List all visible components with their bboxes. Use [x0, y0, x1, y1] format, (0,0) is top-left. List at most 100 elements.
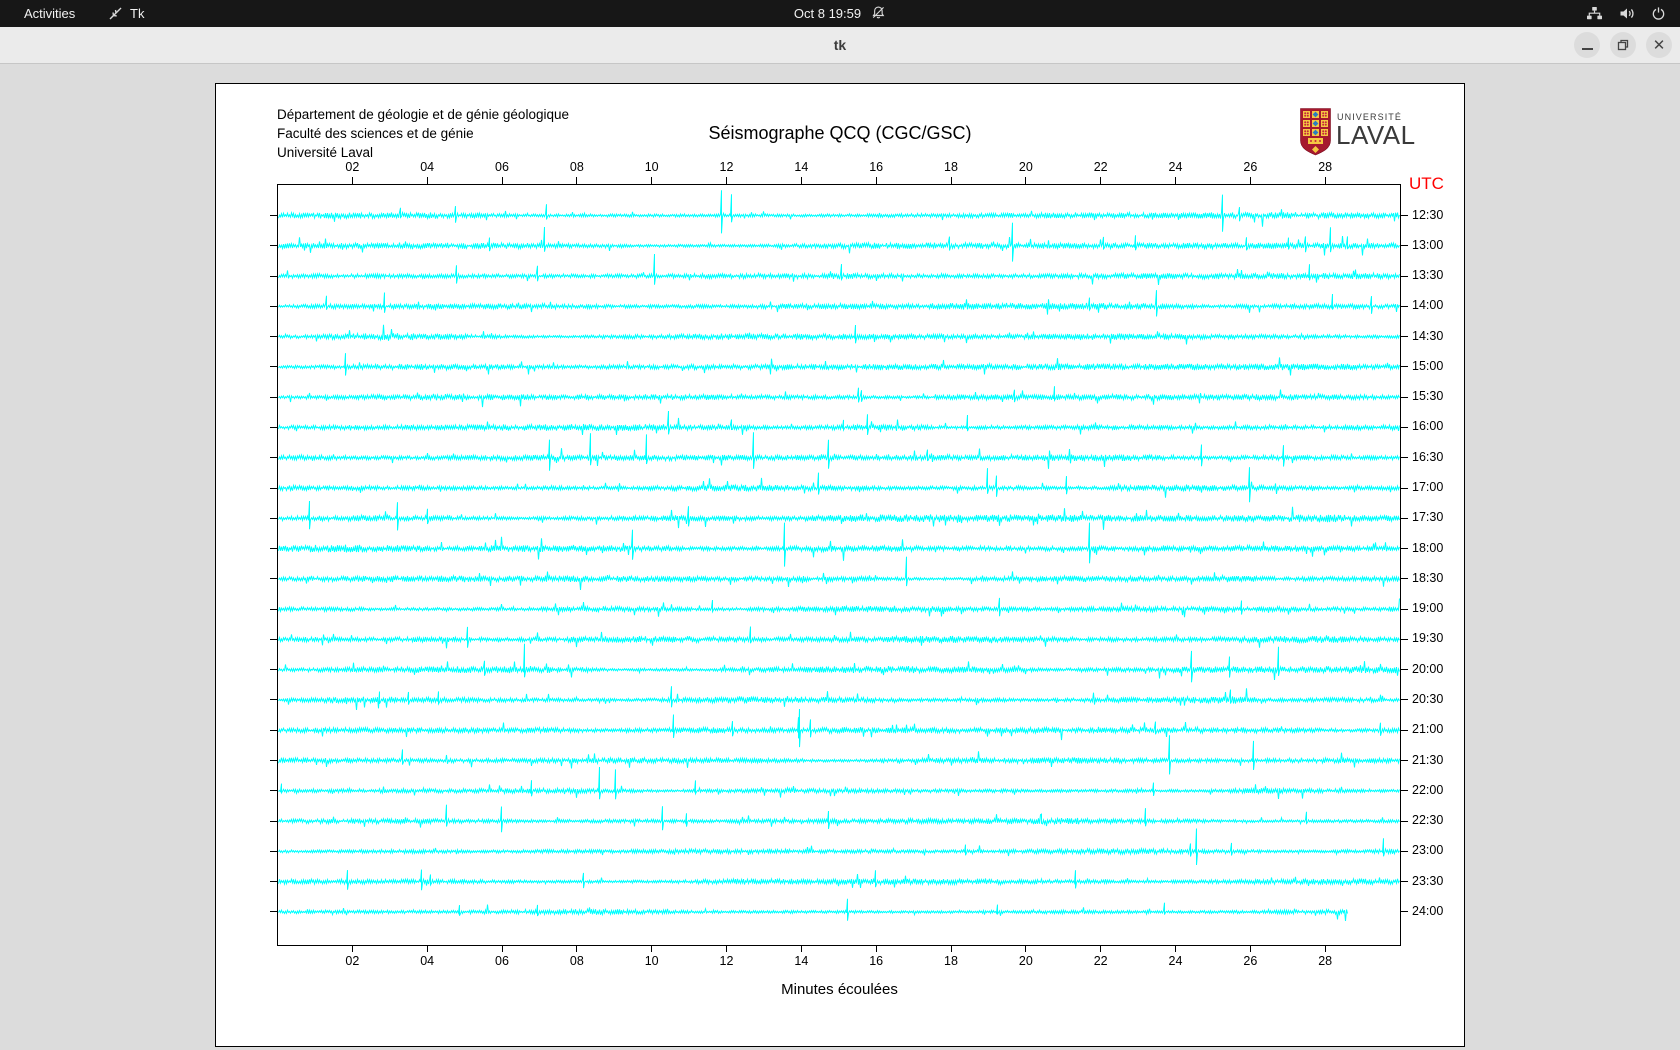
row-tick-left	[270, 730, 278, 731]
row-tick-right	[1400, 397, 1408, 398]
minimize-button[interactable]	[1574, 32, 1600, 58]
row-tick-right	[1400, 760, 1408, 761]
network-icon	[1586, 6, 1603, 21]
x-tick-label-bottom: 02	[337, 954, 367, 968]
x-tick-top	[576, 177, 577, 184]
x-tick-top	[1100, 177, 1101, 184]
x-tick-label-bottom: 22	[1086, 954, 1116, 968]
x-tick-top	[427, 177, 428, 184]
x-tick-label-top: 26	[1235, 160, 1265, 174]
row-tick-right	[1400, 699, 1408, 700]
x-tick-label-top: 22	[1086, 160, 1116, 174]
system-status-area[interactable]	[1586, 0, 1666, 27]
x-tick-top	[1175, 177, 1176, 184]
row-time-label: 22:30	[1412, 813, 1443, 827]
row-time-label: 14:00	[1412, 298, 1443, 312]
x-tick-label-top: 10	[637, 160, 667, 174]
gnome-top-bar: Activities Tk Oct 8 19:59	[0, 0, 1680, 27]
row-tick-right	[1400, 730, 1408, 731]
row-time-label: 12:30	[1412, 208, 1443, 222]
x-tick-label-bottom: 08	[562, 954, 592, 968]
row-tick-right	[1400, 851, 1408, 852]
x-tick-top	[352, 177, 353, 184]
x-tick-label-top: 02	[337, 160, 367, 174]
x-tick-bottom	[1175, 945, 1176, 952]
x-tick-top	[951, 177, 952, 184]
row-tick-left	[270, 911, 278, 912]
row-tick-left	[270, 366, 278, 367]
row-time-label: 19:00	[1412, 601, 1443, 615]
row-tick-right	[1400, 548, 1408, 549]
row-tick-right	[1400, 518, 1408, 519]
row-tick-left	[270, 397, 278, 398]
x-tick-label-top: 24	[1161, 160, 1191, 174]
desktop-screen: Activities Tk Oct 8 19:59	[0, 0, 1680, 1050]
row-time-label: 18:30	[1412, 571, 1443, 585]
row-tick-left	[270, 427, 278, 428]
x-tick-label-bottom: 14	[786, 954, 816, 968]
row-tick-right	[1400, 790, 1408, 791]
plot-title: Séismographe QCQ (CGC/GSC)	[216, 123, 1464, 144]
utc-label: UTC	[1409, 174, 1444, 194]
row-tick-left	[270, 488, 278, 489]
row-tick-left	[270, 306, 278, 307]
row-tick-left	[270, 215, 278, 216]
x-tick-label-top: 28	[1310, 160, 1340, 174]
x-tick-label-top: 14	[786, 160, 816, 174]
row-time-label: 22:00	[1412, 783, 1443, 797]
x-tick-bottom	[1100, 945, 1101, 952]
x-tick-top	[1250, 177, 1251, 184]
row-tick-left	[270, 518, 278, 519]
x-tick-label-top: 12	[712, 160, 742, 174]
row-time-label: 15:30	[1412, 389, 1443, 403]
row-tick-left	[270, 609, 278, 610]
row-time-label: 13:30	[1412, 268, 1443, 282]
x-axis-title: Minutes écoulées	[216, 981, 1463, 998]
row-tick-left	[270, 821, 278, 822]
universite-laval-logo: UNIVERSITÉ LAVAL	[1300, 108, 1470, 158]
x-tick-label-bottom: 16	[861, 954, 891, 968]
row-time-label: 23:30	[1412, 874, 1443, 888]
seismograph-canvas: Département de géologie et de génie géol…	[215, 83, 1465, 1047]
row-time-label: 21:00	[1412, 722, 1443, 736]
x-tick-top	[801, 177, 802, 184]
row-time-label: 20:30	[1412, 692, 1443, 706]
x-tick-label-top: 16	[861, 160, 891, 174]
x-tick-bottom	[1325, 945, 1326, 952]
row-time-label: 19:30	[1412, 631, 1443, 645]
row-tick-right	[1400, 639, 1408, 640]
tk-window-content: Département de géologie et de génie géol…	[0, 64, 1680, 1050]
activities-button[interactable]: Activities	[14, 0, 85, 27]
row-tick-right	[1400, 488, 1408, 489]
row-time-label: 18:00	[1412, 541, 1443, 555]
row-tick-right	[1400, 306, 1408, 307]
row-time-label: 14:30	[1412, 329, 1443, 343]
x-tick-bottom	[876, 945, 877, 952]
x-tick-top	[651, 177, 652, 184]
row-tick-right	[1400, 276, 1408, 277]
laval-shield-icon	[1300, 108, 1331, 161]
x-tick-top	[726, 177, 727, 184]
row-tick-left	[270, 639, 278, 640]
clock-text: Oct 8 19:59	[794, 6, 861, 21]
maximize-button[interactable]	[1610, 32, 1636, 58]
clock-button[interactable]: Oct 8 19:59	[788, 4, 892, 24]
x-tick-top	[1325, 177, 1326, 184]
x-tick-label-bottom: 12	[712, 954, 742, 968]
row-tick-left	[270, 276, 278, 277]
x-tick-bottom	[1250, 945, 1251, 952]
institution-line-1: Département de géologie et de génie géol…	[277, 105, 569, 124]
row-time-label: 20:00	[1412, 662, 1443, 676]
x-tick-label-top: 06	[487, 160, 517, 174]
window-title-bar[interactable]: tk ✕	[0, 27, 1680, 64]
x-tick-label-bottom: 06	[487, 954, 517, 968]
row-tick-left	[270, 457, 278, 458]
x-tick-label-bottom: 04	[412, 954, 442, 968]
app-indicator-tk[interactable]: Tk	[108, 0, 144, 27]
logo-text-laval: LAVAL	[1336, 120, 1416, 151]
row-tick-right	[1400, 609, 1408, 610]
x-tick-bottom	[427, 945, 428, 952]
close-button[interactable]: ✕	[1646, 32, 1672, 58]
x-tick-bottom	[1025, 945, 1026, 952]
x-tick-label-bottom: 26	[1235, 954, 1265, 968]
